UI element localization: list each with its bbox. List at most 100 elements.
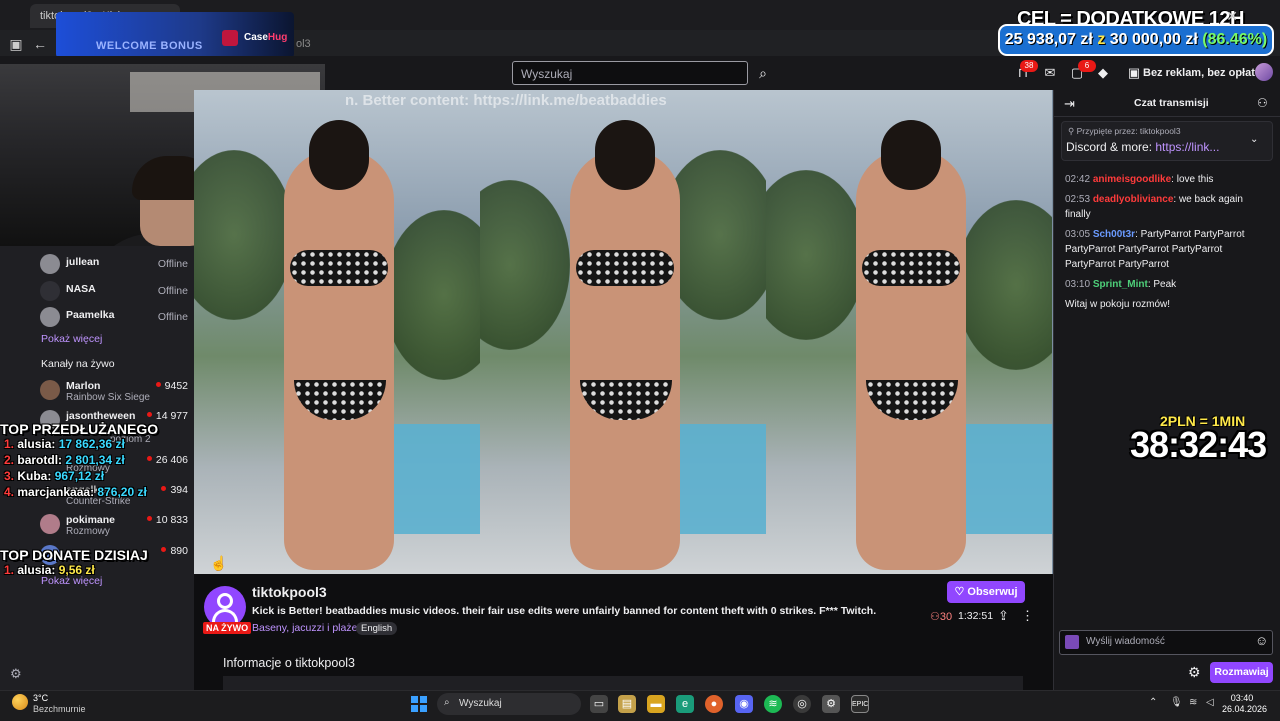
url-text[interactable]: ol3: [296, 34, 596, 54]
sidebar-toggle-icon[interactable]: ▣: [6, 34, 26, 54]
channel-status: Offline: [157, 258, 188, 270]
live-channels-title: Kanały na żywo: [41, 358, 115, 370]
goal-sep: z: [1097, 31, 1106, 48]
ad-bonus-text: WELCOME BONUS: [96, 40, 203, 52]
followed-channel-nasa[interactable]: NASA Offline: [40, 279, 188, 303]
channel-name: jullean: [66, 256, 100, 268]
stream-title: Kick is Better! beatbaddies music videos…: [252, 605, 877, 617]
share-icon[interactable]: ⇪: [998, 608, 1009, 624]
goal-target: 30 000,00 zł: [1109, 31, 1198, 48]
ad-banner[interactable]: WELCOME BONUS CaseHug: [56, 12, 294, 58]
live-channel-pokimane[interactable]: pokimane Rozmowy 10 833: [40, 512, 188, 537]
folder-icon[interactable]: ▬: [647, 695, 665, 713]
adfree-button[interactable]: Bez reklam, bez opłat: [1143, 63, 1255, 83]
top-donate-row: 1. alusia: 9,56 zł: [4, 563, 95, 577]
top-extend-title: TOP PRZEDŁUŻANEGO: [0, 421, 159, 437]
user-shoulders: [212, 609, 238, 622]
chat-message: 02:53 deadlyobliviance: we back again fi…: [1065, 194, 1243, 220]
emoji-icon[interactable]: ☺: [1255, 633, 1268, 648]
discord-icon[interactable]: ◉: [735, 695, 753, 713]
store-icon[interactable]: ▤: [618, 695, 636, 713]
viewer-count: 890: [161, 545, 188, 557]
about-heading: Informacje o tiktokpool3: [223, 656, 356, 670]
viewer-count: 10 833: [146, 514, 188, 526]
ad-brand: CaseHug: [244, 32, 288, 43]
collapse-chat-icon[interactable]: ⇥: [1064, 96, 1075, 112]
chat-input-placeholder: Wyślij wiadomość: [1086, 636, 1165, 647]
search-input[interactable]: Wyszukaj: [512, 61, 748, 85]
goal-progress: 25 938,07 zł z 30 000,00 zł (86.46%): [1000, 26, 1272, 54]
about-panel: [223, 676, 1023, 690]
firefox-icon[interactable]: ●: [705, 695, 723, 713]
viewer-count: 26 406: [146, 454, 188, 466]
settings-gear-icon[interactable]: ⚙: [10, 666, 22, 682]
goal-current: 25 938,07 zł: [1004, 31, 1093, 48]
mic-icon[interactable]: 🎙: [1170, 697, 1183, 708]
chat-title: Czat transmisji: [1134, 97, 1209, 109]
chat-settings-icon[interactable]: ⚙: [1188, 664, 1201, 681]
tray-chevron-icon[interactable]: ⌃: [1149, 697, 1157, 708]
close-icon[interactable]: ✕: [1226, 8, 1238, 25]
channel-game: Rozmowy: [66, 526, 110, 537]
streamer-name[interactable]: tiktokpool3: [252, 584, 327, 600]
edge-icon[interactable]: e: [676, 695, 694, 713]
clock-date[interactable]: 26.04.2026: [1222, 704, 1267, 714]
volume-icon[interactable]: ◁: [1206, 697, 1214, 708]
channel-game: Rainbow Six Siege: [66, 392, 150, 403]
top-extend-row: 3. Kuba: 967,12 zł: [4, 469, 105, 483]
followed-channel-paamelka[interactable]: Paamelka Offline: [40, 305, 188, 329]
search-icon[interactable]: ⌕: [752, 61, 774, 85]
epic-icon[interactable]: EPIC: [851, 695, 869, 713]
task-view-icon[interactable]: ▭: [590, 695, 608, 713]
video-panel: [766, 90, 1052, 574]
live-channel-marlon[interactable]: Marlon Rainbow Six Siege 9452: [40, 378, 188, 403]
top-donate-title: TOP DONATE DZISIAJ: [0, 547, 148, 563]
viewer-count: 394: [161, 484, 188, 496]
pinned-text: Discord & more: https://link...: [1066, 140, 1220, 154]
user-avatar[interactable]: [1255, 63, 1273, 81]
more-options-icon[interactable]: ⋮: [1021, 608, 1034, 624]
taskbar-search[interactable]: Wyszukaj: [437, 693, 581, 715]
chevron-down-icon[interactable]: ⌄: [1250, 134, 1258, 145]
casehug-logo-icon: [222, 30, 238, 46]
avatar: [40, 514, 60, 534]
weather-temp: 3°C: [33, 693, 49, 703]
notification-badge: 38: [1020, 60, 1038, 72]
kicks-icon[interactable]: ◆: [1093, 64, 1113, 82]
chat-message: 02:42 animeisgoodlike: love this: [1065, 174, 1214, 185]
chat-message: 03:05 Sch00t3r: PartyParrot PartyParrot …: [1065, 229, 1245, 270]
video-panel: [480, 90, 766, 574]
followed-channel-jullean[interactable]: jullean Offline: [40, 252, 188, 276]
channel-name: NASA: [66, 283, 96, 295]
channel-name: pokimane: [66, 514, 116, 526]
video-player[interactable]: [194, 90, 1053, 574]
taskbar: [0, 690, 1280, 721]
subathon-timer: 38:32:43: [1130, 424, 1267, 465]
settings-icon[interactable]: ⚙: [822, 695, 840, 713]
top-extend-row: 2. barotdl: 2 801,34 zł: [4, 453, 125, 467]
show-more-link[interactable]: Pokaż więcej: [41, 333, 102, 345]
emote-icon[interactable]: [1065, 635, 1079, 649]
language-tag[interactable]: English: [356, 622, 398, 635]
windows-start-icon[interactable]: [411, 696, 427, 712]
adfree-icon: ▣: [1127, 65, 1141, 80]
mail-icon[interactable]: ✉: [1040, 64, 1060, 82]
wifi-icon[interactable]: ≋: [1189, 697, 1197, 708]
pinned-link[interactable]: https://link...: [1155, 140, 1219, 154]
goal-percent: (86.46%): [1202, 31, 1268, 48]
stream-category[interactable]: Baseny, jacuzzi i plaże: [252, 622, 357, 634]
viewer-count: 9452: [155, 380, 188, 392]
avatar: [40, 380, 60, 400]
chat-users-icon[interactable]: ⚇: [1257, 96, 1268, 110]
obs-icon[interactable]: ◎: [793, 695, 811, 713]
weather-icon[interactable]: [12, 694, 28, 710]
clock-time[interactable]: 03:40: [1222, 693, 1262, 703]
send-button[interactable]: Rozmawiaj: [1210, 662, 1273, 683]
spotify-icon[interactable]: ≋: [764, 695, 782, 713]
channel-status: Offline: [157, 285, 188, 297]
live-badge: NA ŻYWO: [203, 622, 252, 634]
back-icon[interactable]: ←: [30, 34, 50, 54]
pinned-by: ⚲ Przypięte przez: tiktokpool3: [1068, 126, 1181, 136]
follow-button[interactable]: ♡ Obserwuj: [947, 581, 1025, 603]
stream-uptime: 1:32:51: [958, 610, 994, 622]
